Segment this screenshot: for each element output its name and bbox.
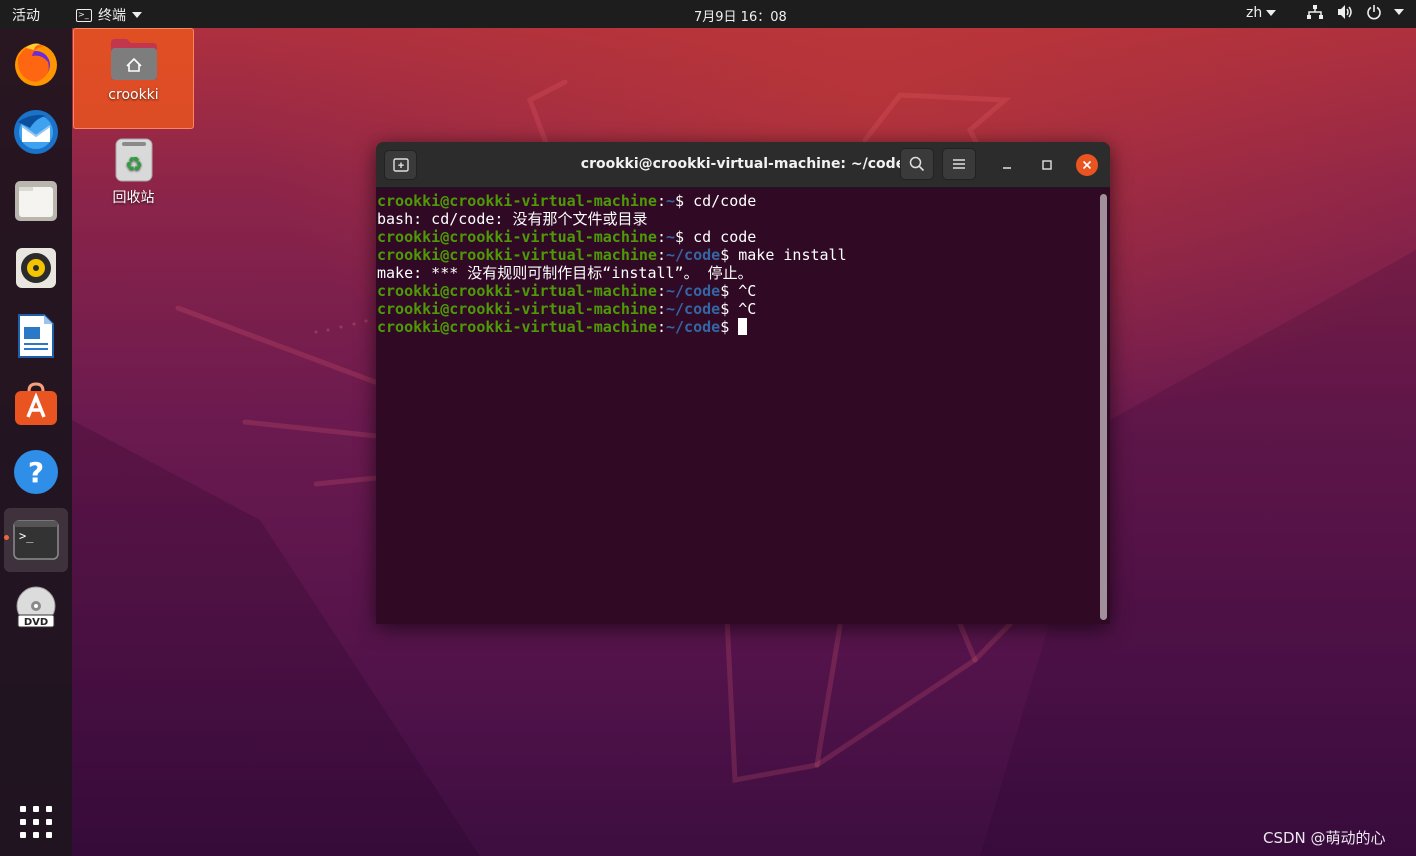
new-tab-button[interactable] bbox=[384, 150, 417, 180]
close-button[interactable] bbox=[1076, 154, 1098, 176]
ubuntu-software-icon bbox=[15, 382, 57, 425]
terminal-header-bar[interactable]: crookki@crookki-virtual-machine: ~/code bbox=[376, 142, 1110, 188]
power-icon bbox=[1367, 5, 1381, 20]
desktop-trash[interactable]: ♻ 回收站 bbox=[73, 137, 194, 207]
svg-text:?: ? bbox=[28, 456, 44, 489]
command-text: make install bbox=[729, 246, 847, 264]
prompt-user: crookki@crookki-virtual-machine bbox=[377, 282, 657, 300]
watermark-text: CSDN @萌动的心 bbox=[1263, 829, 1386, 847]
dock-ubuntu-software[interactable] bbox=[4, 372, 68, 436]
terminal-icon: >_ bbox=[13, 520, 59, 560]
terminal-prompt-line: crookki@crookki-virtual-machine:~/code$ … bbox=[377, 246, 847, 264]
prompt-path: ~ bbox=[666, 192, 676, 210]
dock-help[interactable]: ? bbox=[4, 440, 68, 504]
dock-dvd[interactable]: DVD bbox=[4, 576, 68, 640]
command-text: cd/code bbox=[684, 192, 757, 210]
dock-rhythmbox[interactable] bbox=[4, 236, 68, 300]
svg-text:DVD: DVD bbox=[24, 617, 48, 628]
maximize-button[interactable] bbox=[1036, 154, 1058, 176]
help-icon: ? bbox=[14, 450, 58, 494]
terminal-output-line: make: *** 没有规则可制作目标“install”。 停止。 bbox=[377, 264, 1110, 282]
command-text: ^C bbox=[729, 300, 757, 318]
prompt-path: ~/code bbox=[666, 300, 721, 318]
prompt-path: ~/code bbox=[666, 246, 721, 264]
prompt-user: crookki@crookki-virtual-machine bbox=[377, 318, 657, 336]
dock-files[interactable] bbox=[4, 168, 68, 232]
dock-libreoffice-writer[interactable] bbox=[4, 304, 68, 368]
terminal-prompt-line: crookki@crookki-virtual-machine:~$ cd/co… bbox=[377, 192, 757, 210]
home-folder-icon bbox=[110, 39, 157, 80]
prompt-path: ~/code bbox=[666, 282, 721, 300]
prompt-user: crookki@crookki-virtual-machine bbox=[377, 300, 657, 318]
chevron-down-icon bbox=[132, 12, 142, 18]
close-icon bbox=[1082, 160, 1092, 170]
thunderbird-icon bbox=[14, 110, 58, 154]
dvd-icon: DVD bbox=[16, 586, 56, 628]
dock: ? >_ DVD bbox=[0, 28, 72, 856]
prompt-user: crookki@crookki-virtual-machine bbox=[377, 246, 657, 264]
dock-thunderbird[interactable] bbox=[4, 100, 68, 164]
libreoffice-writer-icon bbox=[18, 314, 54, 358]
minimize-icon bbox=[1003, 167, 1011, 169]
activities-button[interactable]: 活动 bbox=[12, 5, 40, 25]
prompt-user: crookki@crookki-virtual-machine bbox=[377, 228, 657, 246]
language-label: zh bbox=[1246, 5, 1263, 21]
terminal-output[interactable]: crookki@crookki-virtual-machine:~$ cd/co… bbox=[376, 189, 1110, 624]
svg-text:♻: ♻ bbox=[125, 152, 143, 176]
text-cursor bbox=[738, 318, 748, 335]
minimize-button[interactable] bbox=[996, 154, 1018, 176]
terminal-prompt-line: crookki@crookki-virtual-machine:~/code$ bbox=[377, 318, 1110, 336]
command-text: ^C bbox=[729, 282, 757, 300]
command-text: cd code bbox=[684, 228, 757, 246]
app-menu-label: 终端 bbox=[98, 8, 126, 24]
top-bar: 活动 >_ 终端 7月9日 16：08 zh bbox=[0, 0, 1416, 28]
new-tab-icon bbox=[392, 158, 409, 172]
trash-label: 回收站 bbox=[112, 190, 155, 206]
hamburger-menu-icon bbox=[953, 159, 965, 169]
menu-button[interactable] bbox=[942, 148, 976, 180]
chevron-down-icon bbox=[1266, 10, 1277, 16]
desktop-home-folder[interactable]: crookki bbox=[73, 28, 194, 129]
terminal-small-icon: >_ bbox=[76, 8, 92, 22]
dock-terminal[interactable]: >_ bbox=[4, 508, 68, 572]
firefox-icon bbox=[15, 43, 57, 86]
command-text bbox=[729, 318, 738, 336]
output-text: bash: cd/code: 没有那个文件或目录 bbox=[377, 210, 648, 228]
maximize-icon bbox=[1042, 160, 1052, 170]
rhythmbox-icon bbox=[16, 248, 56, 288]
app-menu-terminal[interactable]: >_ 终端 bbox=[76, 5, 142, 25]
show-applications-icon bbox=[20, 806, 52, 838]
terminal-window[interactable]: crookki@crookki-virtual-machine: ~/code bbox=[376, 142, 1110, 624]
dock-firefox[interactable] bbox=[4, 32, 68, 96]
search-icon bbox=[909, 156, 925, 172]
terminal-prompt-line: crookki@crookki-virtual-machine:~/code$ … bbox=[377, 300, 757, 318]
clock[interactable]: 7月9日 16：08 bbox=[694, 6, 787, 25]
terminal-prompt-line: crookki@crookki-virtual-machine:~/code$ … bbox=[377, 282, 757, 300]
files-icon bbox=[15, 181, 57, 221]
prompt-path: ~ bbox=[666, 228, 676, 246]
output-text: make: *** 没有规则可制作目标“install”。 停止。 bbox=[377, 264, 753, 282]
search-button[interactable] bbox=[900, 148, 934, 180]
system-status-menu[interactable] bbox=[1306, 4, 1404, 20]
input-method-menu[interactable]: zh bbox=[1246, 5, 1277, 21]
show-applications-button[interactable] bbox=[4, 790, 68, 854]
volume-icon bbox=[1338, 5, 1352, 19]
trash-icon: ♻ bbox=[115, 138, 152, 182]
network-icon bbox=[1307, 5, 1323, 19]
prompt-user: crookki@crookki-virtual-machine bbox=[377, 192, 657, 210]
terminal-output-line: bash: cd/code: 没有那个文件或目录 bbox=[377, 210, 1110, 228]
scrollbar[interactable] bbox=[1100, 194, 1107, 620]
terminal-prompt-line: crookki@crookki-virtual-machine:~$ cd co… bbox=[377, 228, 757, 246]
prompt-path: ~/code bbox=[666, 318, 721, 336]
svg-text:>_: >_ bbox=[19, 529, 34, 543]
system-menu-caret-icon bbox=[1394, 9, 1404, 15]
home-folder-label: crookki bbox=[108, 87, 159, 103]
